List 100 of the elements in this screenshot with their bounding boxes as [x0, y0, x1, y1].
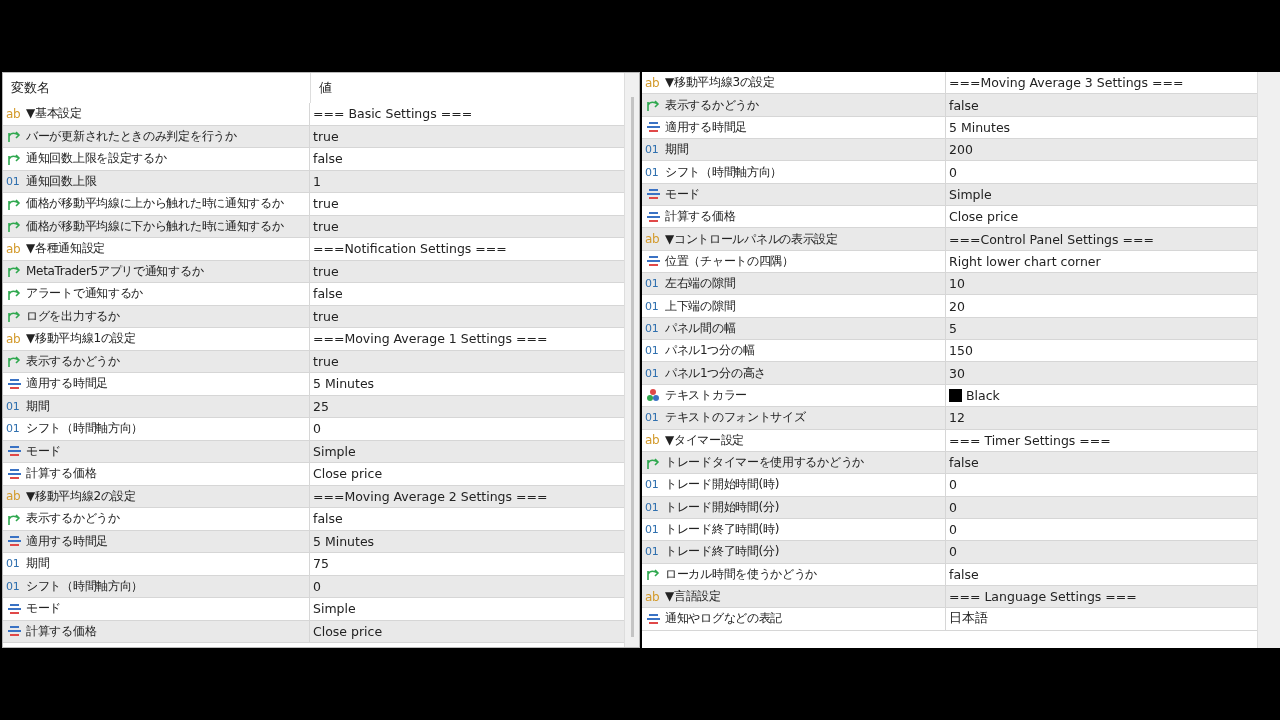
parameter-value[interactable]: ===Moving Average 2 Settings ===	[313, 488, 548, 504]
parameter-value[interactable]: Black	[966, 388, 1000, 403]
parameter-value[interactable]: false	[949, 455, 979, 470]
list-lines-icon	[645, 187, 661, 202]
parameter-value[interactable]: ===Moving Average 1 Settings ===	[313, 331, 548, 347]
parameter-value[interactable]: true	[313, 218, 339, 234]
parameter-value[interactable]: 0	[949, 522, 957, 538]
integer-type-icon: 01	[6, 557, 22, 571]
scrollbar[interactable]	[624, 73, 639, 647]
parameter-value[interactable]: Simple	[313, 443, 356, 459]
parameter-name: トレード終了時間(分)	[665, 543, 780, 561]
integer-type-icon: 01	[645, 344, 661, 358]
branch-arrow-icon	[6, 354, 22, 369]
scrollbar[interactable]	[1257, 72, 1280, 648]
parameter-value[interactable]: false	[313, 286, 343, 302]
column-header[interactable]: 変数名	[3, 73, 310, 103]
parameter-value[interactable]: true	[313, 263, 339, 279]
parameter-value[interactable]: 30	[949, 365, 965, 381]
parameter-value[interactable]: ===Moving Average 3 Settings ===	[949, 75, 1184, 91]
parameter-value[interactable]: 200	[949, 142, 973, 158]
parameter-name: モード	[665, 185, 701, 203]
branch-arrow-icon	[645, 98, 661, 112]
parameter-name: 左右端の隙間	[665, 275, 736, 293]
branch-arrow-icon	[6, 129, 22, 144]
integer-type-icon: 01	[6, 174, 22, 188]
parameter-name: パネル1つ分の高さ	[665, 364, 766, 382]
parameter-name: ログを出力するか	[26, 307, 120, 325]
parameter-value[interactable]: 5 Minutes	[949, 119, 1011, 135]
parameter-name: 上下端の隙間	[665, 297, 736, 315]
parameter-name: シフト（時間軸方向）	[665, 163, 782, 181]
integer-type-icon: 01	[645, 545, 661, 559]
integer-type-icon: 01	[6, 579, 22, 593]
parameter-value[interactable]: 1	[313, 173, 321, 189]
parameter-value[interactable]: true	[313, 196, 339, 212]
parameter-value[interactable]: false	[313, 511, 343, 527]
string-type-icon: ab	[645, 75, 661, 90]
parameter-value[interactable]: true	[313, 128, 339, 144]
list-lines-icon	[6, 624, 22, 639]
list-lines-icon	[645, 120, 661, 135]
parameter-value[interactable]: ===Control Panel Settings ===	[949, 231, 1154, 247]
parameter-value[interactable]: ===Notification Settings ===	[313, 241, 507, 257]
parameter-value[interactable]: false	[313, 151, 343, 167]
parameter-name: ローカル時間を使うかどうか	[665, 565, 818, 583]
parameter-name: 通知やログなどの表記	[665, 610, 782, 628]
parameter-value[interactable]: Close price	[313, 623, 383, 639]
parameter-value[interactable]: Close price	[313, 466, 383, 482]
parameter-name: 位置（チャートの四隅）	[665, 252, 794, 270]
parameter-value[interactable]: Simple	[313, 601, 356, 617]
parameter-value[interactable]: 5 Minutes	[313, 376, 375, 392]
parameter-value[interactable]: Right lower chart corner	[949, 253, 1101, 269]
branch-arrow-icon	[6, 286, 22, 301]
parameter-value[interactable]: 10	[949, 276, 965, 292]
parameter-name: 適用する時間足	[26, 375, 108, 393]
parameter-value[interactable]: === Language Settings ===	[949, 589, 1137, 605]
parameter-value[interactable]: Simple	[949, 186, 992, 202]
parameter-name: トレードタイマーを使用するかどうか	[665, 454, 864, 471]
parameter-name: パネル間の幅	[665, 319, 736, 337]
parameter-value[interactable]: 150	[949, 343, 973, 359]
integer-type-icon: 01	[645, 299, 661, 313]
parameter-value[interactable]: 0	[313, 578, 321, 594]
parameter-value[interactable]: 5 Minutes	[313, 533, 375, 549]
string-type-icon: ab	[6, 331, 22, 346]
parameter-value[interactable]: false	[949, 97, 979, 113]
string-type-icon: ab	[6, 489, 22, 504]
parameter-value[interactable]: 日本語	[949, 610, 988, 628]
parameter-value[interactable]: 0	[313, 421, 321, 437]
parameter-value[interactable]: 0	[949, 164, 957, 180]
parameter-value[interactable]: 20	[949, 298, 965, 314]
parameter-name: 表示するかどうか	[26, 352, 120, 370]
parameter-value[interactable]: 0	[949, 544, 957, 560]
string-type-icon: ab	[645, 433, 661, 448]
parameter-value[interactable]: 75	[313, 556, 329, 572]
parameter-value[interactable]: true	[313, 353, 339, 369]
parameter-name: モード	[26, 442, 62, 460]
parameter-value[interactable]: 25	[313, 398, 329, 414]
parameter-name: トレード開始時間(分)	[665, 498, 780, 516]
integer-type-icon: 01	[645, 411, 661, 425]
integer-type-icon: 01	[645, 321, 661, 335]
parameter-value[interactable]: 12	[949, 410, 965, 426]
integer-type-icon: 01	[645, 523, 661, 537]
parameter-name: シフト（時間軸方向）	[26, 420, 143, 438]
parameter-name: 通知回数上限	[26, 172, 97, 190]
parameter-value[interactable]: 0	[949, 477, 957, 493]
parameter-value[interactable]: Close price	[949, 209, 1019, 225]
list-lines-icon	[645, 611, 661, 626]
parameter-value[interactable]: 5	[949, 320, 957, 336]
branch-arrow-icon	[6, 309, 22, 324]
parameter-name: ▼タイマー設定	[665, 431, 745, 449]
string-type-icon: ab	[6, 241, 22, 256]
parameter-value[interactable]: 0	[949, 499, 957, 515]
parameter-value[interactable]: true	[313, 308, 339, 324]
parameter-value[interactable]: === Basic Settings ===	[313, 106, 473, 122]
parameter-name: モード	[26, 600, 62, 618]
list-lines-icon	[645, 209, 661, 224]
list-lines-icon	[6, 534, 22, 549]
parameter-name: MetaTrader5アプリで通知するか	[26, 262, 204, 280]
parameter-value[interactable]: === Timer Settings ===	[949, 432, 1111, 448]
parameter-name: 計算する価格	[26, 465, 97, 483]
parameter-name: 表示するかどうか	[665, 96, 759, 114]
parameter-value[interactable]: false	[949, 566, 979, 582]
